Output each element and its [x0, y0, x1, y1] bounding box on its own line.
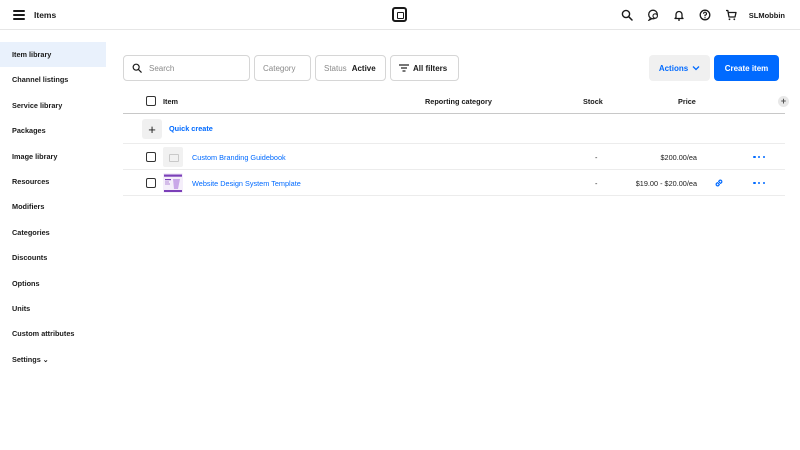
search-input[interactable] — [149, 63, 239, 73]
item-price: $200.00/ea — [660, 153, 697, 162]
all-filters-button[interactable]: All filters — [390, 55, 459, 81]
sidebar-item-image-library[interactable]: Image library — [0, 144, 106, 169]
all-filters-label: All filters — [413, 63, 448, 73]
more-options-icon[interactable] — [753, 152, 765, 162]
sidebar-item-channel-listings[interactable]: Channel listings — [0, 67, 106, 92]
actions-button[interactable]: Actions — [649, 55, 710, 81]
more-options-icon[interactable] — [753, 178, 765, 188]
sidebar-item-resources[interactable]: Resources — [0, 169, 106, 194]
filter-toolbar: Category Status Active All filters Actio… — [123, 55, 779, 81]
item-thumbnail-image — [163, 173, 183, 193]
search-icon — [132, 63, 142, 73]
filter-lines-icon — [399, 64, 409, 72]
column-header-price[interactable]: Price — [678, 97, 696, 106]
item-name-link[interactable]: Website Design System Template — [192, 179, 301, 188]
select-all-checkbox[interactable] — [146, 96, 156, 106]
cart-icon[interactable] — [718, 0, 744, 30]
create-item-button[interactable]: Create item — [714, 55, 779, 81]
square-logo-icon[interactable] — [392, 7, 407, 22]
bell-icon[interactable] — [666, 0, 692, 30]
chevron-down-icon: ⌄ — [42, 356, 49, 364]
sidebar-item-units[interactable]: Units — [0, 296, 106, 321]
table-row[interactable]: Website Design System Template - $19.00 … — [123, 170, 785, 196]
page-title: Items — [34, 10, 57, 20]
quick-create-plus-icon[interactable]: + — [142, 119, 162, 139]
item-name-link[interactable]: Custom Branding Guidebook — [192, 153, 286, 162]
sidebar-item-settings[interactable]: Settings ⌄ — [0, 347, 106, 372]
sidebar-item-settings-label: Settings — [12, 354, 41, 364]
item-price: $19.00 - $20.00/ea — [635, 179, 697, 188]
search-box[interactable] — [123, 55, 250, 81]
row-checkbox[interactable] — [146, 152, 156, 162]
item-stock: - — [595, 179, 598, 188]
sidebar-item-categories[interactable]: Categories — [0, 220, 106, 245]
sidebar-item-service-library[interactable]: Service library — [0, 93, 106, 118]
column-header-item[interactable]: Item — [163, 97, 178, 106]
category-filter-button[interactable]: Category — [254, 55, 311, 81]
table-row[interactable]: Custom Branding Guidebook - $200.00/ea — [123, 144, 785, 170]
sidebar: Item library Channel listings Service li… — [0, 42, 106, 372]
status-filter-label: Status — [324, 63, 347, 73]
sidebar-item-discounts[interactable]: Discounts — [0, 245, 106, 270]
user-account-menu[interactable]: SLMobbin — [749, 11, 785, 20]
link-icon[interactable] — [714, 178, 724, 188]
items-table: Item Reporting category Stock Price + + … — [123, 90, 789, 196]
actions-label: Actions — [658, 63, 689, 73]
hamburger-menu-icon[interactable] — [13, 10, 25, 20]
item-stock: - — [595, 153, 598, 162]
chevron-down-icon — [692, 66, 700, 71]
sidebar-item-modifiers[interactable]: Modifiers — [0, 194, 106, 219]
quick-create-link[interactable]: Quick create — [169, 124, 213, 133]
column-header-reporting-category[interactable]: Reporting category — [425, 97, 492, 106]
status-filter-button[interactable]: Status Active — [315, 55, 386, 81]
row-checkbox[interactable] — [146, 178, 156, 188]
item-thumbnail-placeholder — [163, 147, 183, 167]
status-filter-value: Active — [351, 63, 376, 73]
sidebar-item-packages[interactable]: Packages — [0, 118, 106, 143]
top-icons: SLMobbin — [614, 0, 800, 30]
sidebar-item-item-library[interactable]: Item library — [0, 42, 106, 68]
sidebar-item-custom-attributes[interactable]: Custom attributes — [0, 321, 106, 346]
table-header: Item Reporting category Stock Price + — [123, 90, 789, 114]
help-icon[interactable] — [692, 0, 718, 30]
messages-icon[interactable] — [640, 0, 666, 30]
column-header-stock[interactable]: Stock — [583, 97, 603, 106]
search-icon[interactable] — [614, 0, 640, 30]
category-filter-label: Category — [263, 63, 296, 73]
sidebar-item-options[interactable]: Options — [0, 271, 106, 296]
top-bar: Items SLMobbin — [0, 0, 800, 30]
quick-create-row: + Quick create — [123, 114, 785, 144]
add-column-icon[interactable]: + — [778, 96, 789, 107]
